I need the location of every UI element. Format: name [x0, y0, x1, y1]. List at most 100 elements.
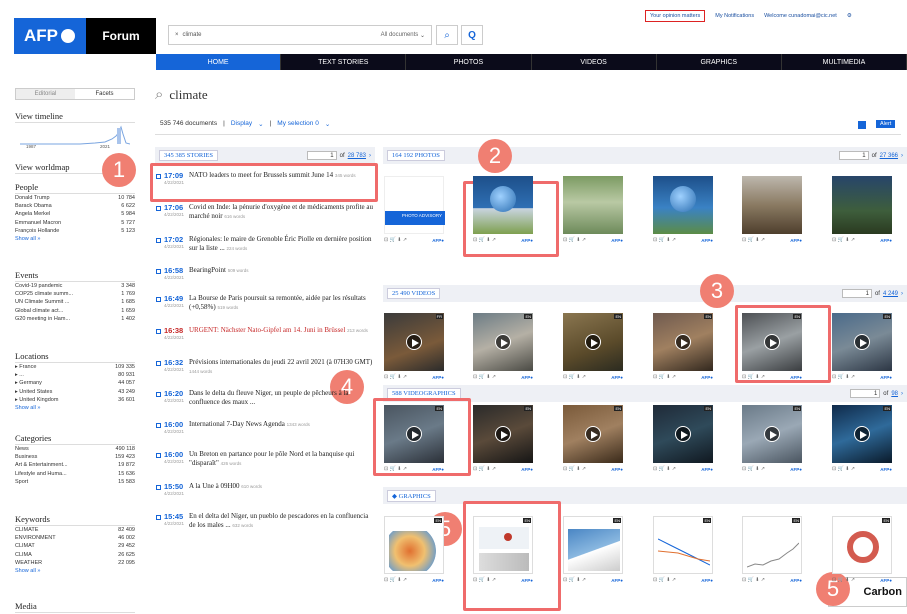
nav-graphics[interactable]: GRAPHICS [657, 54, 782, 70]
thumb-action-icons[interactable]: ⊡ 🛒 ⬇ ↗ [384, 466, 407, 472]
page-input[interactable]: 1 [838, 151, 869, 160]
facet-row[interactable]: News 490 118 [15, 445, 135, 453]
page-input[interactable]: 1 [306, 151, 337, 160]
alert-button[interactable]: Alert [876, 120, 896, 128]
play-icon[interactable] [585, 334, 601, 350]
nav-videos[interactable]: VIDEOS [532, 54, 657, 70]
nav-multimedia[interactable]: MULTIMEDIA [782, 54, 907, 70]
thumb-action-icons[interactable]: ⊡ 🛒 ⬇ ↗ [832, 466, 855, 472]
facet-row[interactable]: CLIMAT 29 452 [15, 542, 135, 550]
story-row[interactable]: 16:32 4/22/2021 Prévisions internationales… [156, 358, 376, 376]
videographic-thumb[interactable]: EN ⊡ 🛒 ⬇ ↗ AFP● [832, 405, 892, 475]
page-total-link[interactable]: 4 249 [883, 291, 898, 297]
graphic-thumb[interactable]: EN ⊡ 🛒 ⬇ ↗ AFP● [563, 516, 623, 586]
advanced-search-button[interactable]: Q [461, 25, 483, 45]
story-headline[interactable]: A la Une à 09H00 610 words [189, 482, 376, 496]
facet-row[interactable]: Emmanuel Macron 5 727 [15, 219, 135, 227]
nav-photos[interactable]: PHOTOS [406, 54, 532, 70]
thumb-action-icons[interactable]: ⊡ 🛒 ⬇ ↗ [742, 237, 765, 243]
thumb-action-icons[interactable]: ⊡ 🛒 ⬇ ↗ [742, 577, 765, 583]
thumb-action-icons[interactable]: ⊡ 🛒 ⬇ ↗ [742, 466, 765, 472]
story-headline[interactable]: NATO leaders to meet for Brussels summit… [189, 171, 376, 185]
select-checkbox[interactable] [156, 485, 161, 490]
photo-thumb[interactable]: ⊡ 🛒 ⬇ ↗ AFP● [832, 176, 892, 246]
chevron-right-icon[interactable]: › [901, 391, 903, 397]
story-row[interactable]: 16:00 4/22/2021 Un Breton en partance pour… [156, 450, 376, 468]
select-checkbox[interactable] [156, 361, 161, 366]
thumb-action-icons[interactable]: ⊡ 🛒 ⬇ ↗ [473, 577, 496, 583]
facet-row[interactable]: Global climate act... 1 659 [15, 307, 135, 315]
story-row[interactable]: 16:58 4/22/2021 BearingPoint 509 words [156, 266, 376, 280]
photo-thumb[interactable]: ⊡ 🛒 ⬇ ↗ AFP● [473, 176, 533, 246]
thumb-action-icons[interactable]: ⊡ 🛒 ⬇ ↗ [653, 374, 676, 380]
story-row[interactable]: 16:38 4/22/2021 URGENT: Nächster Nato-Gipf… [156, 326, 376, 340]
view-timeline-title[interactable]: View timeline [15, 111, 135, 123]
show-all-link[interactable]: Show all » [15, 235, 135, 243]
thumb-action-icons[interactable]: ⊡ 🛒 ⬇ ↗ [563, 374, 586, 380]
story-row[interactable]: 16:20 4/22/2021 Dans le delta du fleuve Ni… [156, 389, 376, 407]
story-headline[interactable]: Covid en Inde: la pénurie d'oxygène et d… [189, 203, 376, 221]
select-checkbox[interactable] [156, 515, 161, 520]
photo-thumb[interactable]: ⊡ 🛒 ⬇ ↗ AFP● [653, 176, 713, 246]
story-headline[interactable]: URGENT: Nächster Nato-Gipfel am 14. Juni… [189, 326, 376, 340]
search-input[interactable]: × climate All documents ⌄ [168, 25, 432, 45]
chevron-right-icon[interactable]: › [901, 153, 903, 159]
graphics-badge[interactable]: ◆ GRAPHICS [387, 489, 436, 502]
thumb-action-icons[interactable]: ⊡ 🛒 ⬇ ↗ [563, 466, 586, 472]
story-headline[interactable]: International 7-Day News Agenda 1343 wor… [189, 420, 376, 434]
facet-row[interactable]: François Hollande 5 123 [15, 227, 135, 235]
thumb-action-icons[interactable]: ⊡ 🛒 ⬇ ↗ [653, 577, 676, 583]
play-icon[interactable] [854, 426, 870, 442]
thumb-action-icons[interactable]: ⊡ 🛒 ⬇ ↗ [384, 577, 407, 583]
play-icon[interactable] [406, 334, 422, 350]
thumb-action-icons[interactable]: ⊡ 🛒 ⬇ ↗ [384, 237, 407, 243]
facet-row[interactable]: ▸ United States 43 249 [15, 388, 135, 396]
select-checkbox[interactable] [156, 329, 161, 334]
thumb-action-icons[interactable]: ⊡ 🛒 ⬇ ↗ [832, 577, 855, 583]
facet-row[interactable]: COP25 climate summ... 1 769 [15, 290, 135, 298]
play-icon[interactable] [675, 334, 691, 350]
thumb-action-icons[interactable]: ⊡ 🛒 ⬇ ↗ [473, 466, 496, 472]
graphic-thumb[interactable]: EN ⊡ 🛒 ⬇ ↗ AFP● [832, 516, 892, 586]
thumb-action-icons[interactable]: ⊡ 🛒 ⬇ ↗ [742, 374, 765, 380]
graphic-thumb[interactable]: EN ⊡ 🛒 ⬇ ↗ AFP● [473, 516, 533, 586]
facet-row[interactable]: Business 159 423 [15, 453, 135, 461]
thumb-action-icons[interactable]: ⊡ 🛒 ⬇ ↗ [832, 374, 855, 380]
story-row[interactable]: 17:09 4/22/2021 NATO leaders to meet for B… [156, 171, 376, 185]
facet-row[interactable]: WEATHER 22 095 [15, 559, 135, 567]
nav-text-stories[interactable]: TEXT STORIES [281, 54, 407, 70]
select-checkbox[interactable] [156, 297, 161, 302]
story-headline[interactable]: Prévisions internationales du jeudi 22 a… [189, 358, 376, 376]
video-thumb[interactable]: EN ⊡ 🛒 ⬇ ↗ AFP● [653, 313, 713, 383]
photo-thumb[interactable]: ⊡ 🛒 ⬇ ↗ AFP● [563, 176, 623, 246]
videographic-thumb[interactable]: EN ⊡ 🛒 ⬇ ↗ AFP● [473, 405, 533, 475]
facet-row[interactable]: ▸ Germany 44 057 [15, 379, 135, 387]
select-checkbox[interactable] [156, 269, 161, 274]
graphic-thumb[interactable]: EN ⊡ 🛒 ⬇ ↗ AFP● [384, 516, 444, 586]
select-checkbox[interactable] [156, 238, 161, 243]
play-icon[interactable] [495, 426, 511, 442]
play-icon[interactable] [585, 426, 601, 442]
welcome-user-menu[interactable]: Welcome cunadomai@cic.net [764, 13, 837, 19]
facet-row[interactable]: UN Climate Summit ... 1 685 [15, 298, 135, 306]
select-checkbox[interactable] [156, 206, 161, 211]
play-icon[interactable] [675, 426, 691, 442]
play-icon[interactable] [854, 334, 870, 350]
videographic-thumb[interactable]: EN ⊡ 🛒 ⬇ ↗ AFP● [384, 405, 444, 475]
facet-row[interactable]: Angela Merkel 5 984 [15, 210, 135, 218]
videographic-thumb[interactable]: EN ⊡ 🛒 ⬇ ↗ AFP● [653, 405, 713, 475]
story-headline[interactable]: Régionales: le maire de Grenoble Éric Pi… [189, 235, 376, 253]
facet-row[interactable]: Covid-19 pandemic 3 348 [15, 282, 135, 290]
page-input[interactable]: 1 [850, 389, 881, 398]
select-checkbox[interactable] [156, 174, 161, 179]
tab-facets[interactable]: Facets [75, 89, 134, 99]
thumb-action-icons[interactable]: ⊡ 🛒 ⬇ ↗ [653, 466, 676, 472]
search-button[interactable]: ⌕ [436, 25, 458, 45]
save-icon[interactable] [858, 121, 866, 129]
clear-search-icon[interactable]: × [175, 32, 179, 38]
show-all-link[interactable]: Show all » [15, 567, 135, 575]
video-thumb[interactable]: EN ⊡ 🛒 ⬇ ↗ AFP● [832, 313, 892, 383]
page-input[interactable]: 1 [841, 289, 872, 298]
stories-count-badge[interactable]: 345 385 STORIES [159, 150, 218, 161]
facet-row[interactable]: ENVIRONMENT 46 002 [15, 534, 135, 542]
